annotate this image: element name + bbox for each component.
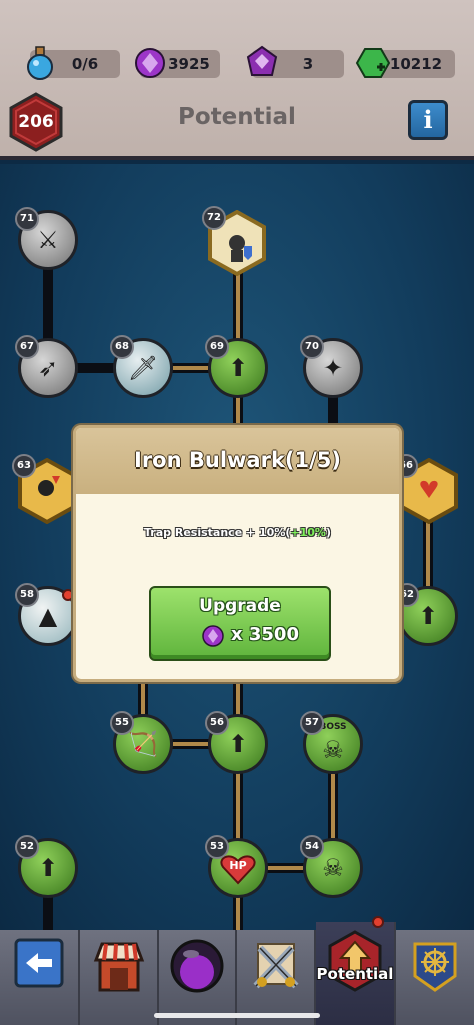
skill-node-52[interactable]: ⬆ 52 [15,835,78,898]
description-text: Trap Resistance + 10%( [144,526,291,539]
tab-potential[interactable]: Potential [316,916,396,1025]
skill-node-63[interactable]: 63 [12,454,76,524]
tab-battle[interactable] [237,930,316,1025]
upgrade-button[interactable]: Upgrade x 3500 [149,586,331,661]
skill-node-55[interactable]: 🏹 55 [110,711,173,774]
skill-node-67[interactable]: ➶ 67 [15,335,78,398]
tab-potential-label: Potential [316,965,394,983]
purple-gem-icon [202,625,224,647]
node-number: 52 [15,835,39,859]
tab-orb[interactable] [159,930,237,1025]
description-end: ) [325,526,331,539]
shop-icon [93,942,144,992]
dialog-title: Iron Bulwark(1/5) [76,428,399,494]
skill-node-72[interactable]: 72 [202,206,266,276]
upgrade-label: Upgrade [199,596,281,616]
node-number: 55 [110,711,134,735]
node-number: 71 [15,207,39,231]
crossed-swords-icon [252,943,299,989]
node-number: 68 [110,335,134,359]
skill-node-54[interactable]: ☠ 54 [300,835,363,898]
back-arrow-icon [14,938,64,988]
upgrade-cost: x 3500 [231,624,299,645]
skill-node-57[interactable]: BOSS ☠ 57 [300,711,363,774]
bottom-navigation: Potential [0,916,474,1025]
skill-node-66[interactable]: 66 [394,454,458,524]
node-number: 54 [300,835,324,859]
skill-node-70[interactable]: ✦ 70 [300,335,363,398]
home-indicator [154,1013,320,1018]
ship-wheel-icon [413,942,457,992]
tab-shop[interactable] [80,930,159,1025]
node-number: 67 [15,335,39,359]
skill-node-56[interactable]: ⬆ 56 [205,711,268,774]
purple-orb-icon [170,939,224,993]
skill-node-68[interactable]: 🗡 68 [110,335,173,398]
node-number: 56 [205,711,229,735]
node-number: 57 [300,711,324,735]
node-number: 58 [15,583,39,607]
skill-detail-dialog: Iron Bulwark(1/5) Trap Resistance + 10%(… [73,425,402,682]
skill-description: Trap Resistance + 10%(+10%) [76,526,399,539]
node-number: 69 [205,335,229,359]
node-number: 72 [202,206,226,230]
tab-back[interactable] [0,930,80,1025]
tab-guild[interactable] [396,930,474,1025]
node-number: 63 [12,454,36,478]
boss-damage-icon: ☠ [322,736,344,764]
skill-node-71[interactable]: ⚔ 71 [15,207,78,270]
node-number: 70 [300,335,324,359]
skill-node-62[interactable]: ⬆ 62 [395,583,458,646]
skill-node-53[interactable]: HP 53 [205,835,268,898]
skill-node-69[interactable]: ⬆ 69 [205,335,268,398]
notification-dot [372,916,384,928]
node-number: 53 [205,835,229,859]
bonus-value: +10% [290,526,326,539]
